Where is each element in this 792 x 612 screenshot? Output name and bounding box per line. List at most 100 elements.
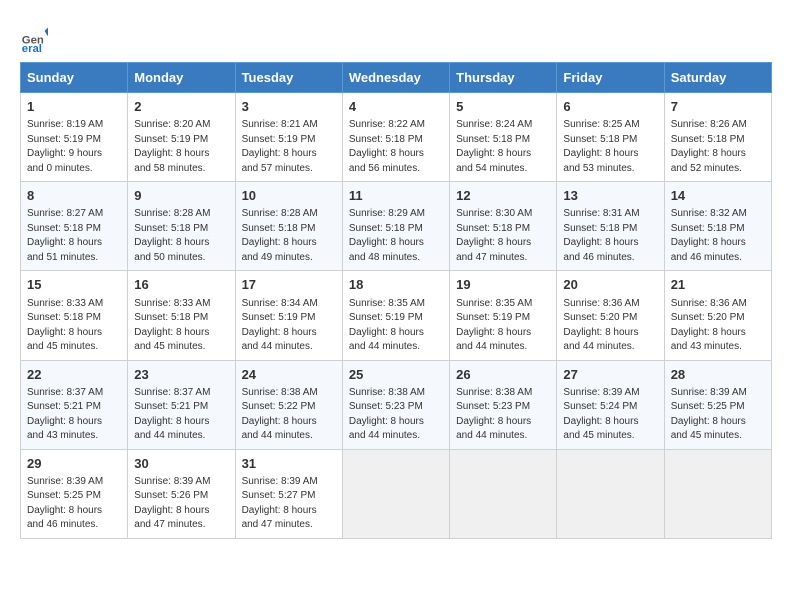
calendar-cell: 17 Sunrise: 8:34 AM Sunset: 5:19 PM Dayli…: [235, 271, 342, 360]
day-info: Sunrise: 8:24 AM Sunset: 5:18 PM Dayligh…: [456, 118, 550, 176]
calendar-cell: 20 Sunrise: 8:36 AM Sunset: 5:20 PM Dayli…: [557, 271, 664, 360]
day-info: Sunrise: 8:36 AM Sunset: 5:20 PM Dayligh…: [671, 297, 765, 355]
day-info: Sunrise: 8:39 AM Sunset: 5:25 PM Dayligh…: [27, 475, 121, 533]
day-number: 27: [563, 366, 657, 384]
weekday-header-monday: Monday: [128, 63, 235, 93]
day-number: 20: [563, 276, 657, 294]
day-number: 6: [563, 98, 657, 116]
calendar-cell: 16Sunrise: 8:33 AM Sunset: 5:18 PM Dayli…: [128, 271, 235, 360]
calendar-cell: 21 Sunrise: 8:36 AM Sunset: 5:20 PM Dayli…: [664, 271, 771, 360]
day-number: 24: [242, 366, 336, 384]
calendar-cell: 24 Sunrise: 8:38 AM Sunset: 5:22 PM Dayli…: [235, 360, 342, 449]
day-info: Sunrise: 8:39 AM Sunset: 5:24 PM Dayligh…: [563, 386, 657, 444]
day-info: Sunrise: 8:37 AM Sunset: 5:21 PM Dayligh…: [134, 386, 228, 444]
day-number: 18: [349, 276, 443, 294]
calendar-week-0: 1 Sunrise: 8:19 AM Sunset: 5:19 PM Daylig…: [21, 93, 772, 182]
day-info: Sunrise: 8:38 AM Sunset: 5:23 PM Dayligh…: [456, 386, 550, 444]
calendar-cell: 6Sunrise: 8:25 AM Sunset: 5:18 PM Daylig…: [557, 93, 664, 182]
calendar-cell: 27 Sunrise: 8:39 AM Sunset: 5:24 PM Dayli…: [557, 360, 664, 449]
day-number: 1: [27, 98, 121, 116]
weekday-header-sunday: Sunday: [21, 63, 128, 93]
svg-text:eral: eral: [22, 43, 42, 52]
calendar-cell: 5 Sunrise: 8:24 AM Sunset: 5:18 PM Daylig…: [450, 93, 557, 182]
day-number: 26: [456, 366, 550, 384]
calendar-cell: 25 Sunrise: 8:38 AM Sunset: 5:23 PM Dayli…: [342, 360, 449, 449]
day-info: Sunrise: 8:36 AM Sunset: 5:20 PM Dayligh…: [563, 297, 657, 355]
logo: Gen eral: [20, 24, 52, 52]
day-number: 17: [242, 276, 336, 294]
day-info: Sunrise: 8:26 AM Sunset: 5:18 PM Dayligh…: [671, 118, 765, 176]
calendar-cell: 28Sunrise: 8:39 AM Sunset: 5:25 PM Dayli…: [664, 360, 771, 449]
day-number: 3: [242, 98, 336, 116]
calendar-table: SundayMondayTuesdayWednesdayThursdayFrid…: [20, 62, 772, 539]
calendar-cell: 10Sunrise: 8:28 AM Sunset: 5:18 PM Dayli…: [235, 182, 342, 271]
calendar-week-2: 15 Sunrise: 8:33 AM Sunset: 5:18 PM Dayli…: [21, 271, 772, 360]
calendar-cell: 22 Sunrise: 8:37 AM Sunset: 5:21 PM Dayli…: [21, 360, 128, 449]
day-number: 15: [27, 276, 121, 294]
day-number: 5: [456, 98, 550, 116]
calendar-cell: 26 Sunrise: 8:38 AM Sunset: 5:23 PM Dayli…: [450, 360, 557, 449]
day-info: Sunrise: 8:34 AM Sunset: 5:19 PM Dayligh…: [242, 297, 336, 355]
day-info: Sunrise: 8:39 AM Sunset: 5:27 PM Dayligh…: [242, 475, 336, 533]
day-number: 21: [671, 276, 765, 294]
weekday-header-wednesday: Wednesday: [342, 63, 449, 93]
logo-icon: Gen eral: [20, 24, 48, 52]
day-info: Sunrise: 8:19 AM Sunset: 5:19 PM Dayligh…: [27, 118, 121, 176]
day-info: Sunrise: 8:35 AM Sunset: 5:19 PM Dayligh…: [456, 297, 550, 355]
page-header: Gen eral: [20, 20, 772, 52]
day-info: Sunrise: 8:22 AM Sunset: 5:18 PM Dayligh…: [349, 118, 443, 176]
weekday-row: SundayMondayTuesdayWednesdayThursdayFrid…: [21, 63, 772, 93]
calendar-cell: 13 Sunrise: 8:31 AM Sunset: 5:18 PM Dayli…: [557, 182, 664, 271]
day-info: Sunrise: 8:33 AM Sunset: 5:18 PM Dayligh…: [134, 297, 228, 355]
day-number: 4: [349, 98, 443, 116]
day-info: Sunrise: 8:35 AM Sunset: 5:19 PM Dayligh…: [349, 297, 443, 355]
calendar-week-3: 22 Sunrise: 8:37 AM Sunset: 5:21 PM Dayli…: [21, 360, 772, 449]
weekday-header-thursday: Thursday: [450, 63, 557, 93]
day-info: Sunrise: 8:30 AM Sunset: 5:18 PM Dayligh…: [456, 207, 550, 265]
day-number: 23: [134, 366, 228, 384]
calendar-cell: 8Sunrise: 8:27 AM Sunset: 5:18 PM Daylig…: [21, 182, 128, 271]
day-info: Sunrise: 8:21 AM Sunset: 5:19 PM Dayligh…: [242, 118, 336, 176]
day-number: 19: [456, 276, 550, 294]
day-number: 7: [671, 98, 765, 116]
calendar-body: 1 Sunrise: 8:19 AM Sunset: 5:19 PM Daylig…: [21, 93, 772, 539]
day-info: Sunrise: 8:38 AM Sunset: 5:22 PM Dayligh…: [242, 386, 336, 444]
calendar-cell: 1 Sunrise: 8:19 AM Sunset: 5:19 PM Daylig…: [21, 93, 128, 182]
day-info: Sunrise: 8:31 AM Sunset: 5:18 PM Dayligh…: [563, 207, 657, 265]
calendar-cell: 3 Sunrise: 8:21 AM Sunset: 5:19 PM Daylig…: [235, 93, 342, 182]
day-info: Sunrise: 8:39 AM Sunset: 5:26 PM Dayligh…: [134, 475, 228, 533]
calendar-week-1: 8Sunrise: 8:27 AM Sunset: 5:18 PM Daylig…: [21, 182, 772, 271]
calendar-cell: [342, 449, 449, 538]
weekday-header-friday: Friday: [557, 63, 664, 93]
day-info: Sunrise: 8:38 AM Sunset: 5:23 PM Dayligh…: [349, 386, 443, 444]
calendar-cell: 7 Sunrise: 8:26 AM Sunset: 5:18 PM Daylig…: [664, 93, 771, 182]
day-number: 28: [671, 366, 765, 384]
calendar-cell: 15Sunrise: 8:33 AM Sunset: 5:18 PM Dayli…: [21, 271, 128, 360]
calendar-cell: 29 Sunrise: 8:39 AM Sunset: 5:25 PM Dayli…: [21, 449, 128, 538]
day-info: Sunrise: 8:28 AM Sunset: 5:18 PM Dayligh…: [134, 207, 228, 265]
calendar-cell: 4 Sunrise: 8:22 AM Sunset: 5:18 PM Daylig…: [342, 93, 449, 182]
calendar-cell: 14Sunrise: 8:32 AM Sunset: 5:18 PM Dayli…: [664, 182, 771, 271]
day-number: 25: [349, 366, 443, 384]
day-number: 13: [563, 187, 657, 205]
day-number: 29: [27, 455, 121, 473]
day-number: 30: [134, 455, 228, 473]
day-info: Sunrise: 8:20 AM Sunset: 5:19 PM Dayligh…: [134, 118, 228, 176]
day-number: 11: [349, 187, 443, 205]
calendar-cell: 31 Sunrise: 8:39 AM Sunset: 5:27 PM Dayli…: [235, 449, 342, 538]
calendar-cell: [664, 449, 771, 538]
calendar-cell: 9Sunrise: 8:28 AM Sunset: 5:18 PM Daylig…: [128, 182, 235, 271]
day-number: 14: [671, 187, 765, 205]
calendar-cell: 23 Sunrise: 8:37 AM Sunset: 5:21 PM Dayli…: [128, 360, 235, 449]
day-number: 22: [27, 366, 121, 384]
calendar-cell: 2Sunrise: 8:20 AM Sunset: 5:19 PM Daylig…: [128, 93, 235, 182]
day-info: Sunrise: 8:28 AM Sunset: 5:18 PM Dayligh…: [242, 207, 336, 265]
calendar-cell: [450, 449, 557, 538]
calendar-cell: 12Sunrise: 8:30 AM Sunset: 5:18 PM Dayli…: [450, 182, 557, 271]
calendar-header: SundayMondayTuesdayWednesdayThursdayFrid…: [21, 63, 772, 93]
calendar-cell: 19 Sunrise: 8:35 AM Sunset: 5:19 PM Dayli…: [450, 271, 557, 360]
calendar-cell: [557, 449, 664, 538]
day-info: Sunrise: 8:37 AM Sunset: 5:21 PM Dayligh…: [27, 386, 121, 444]
day-number: 31: [242, 455, 336, 473]
calendar-week-4: 29 Sunrise: 8:39 AM Sunset: 5:25 PM Dayli…: [21, 449, 772, 538]
